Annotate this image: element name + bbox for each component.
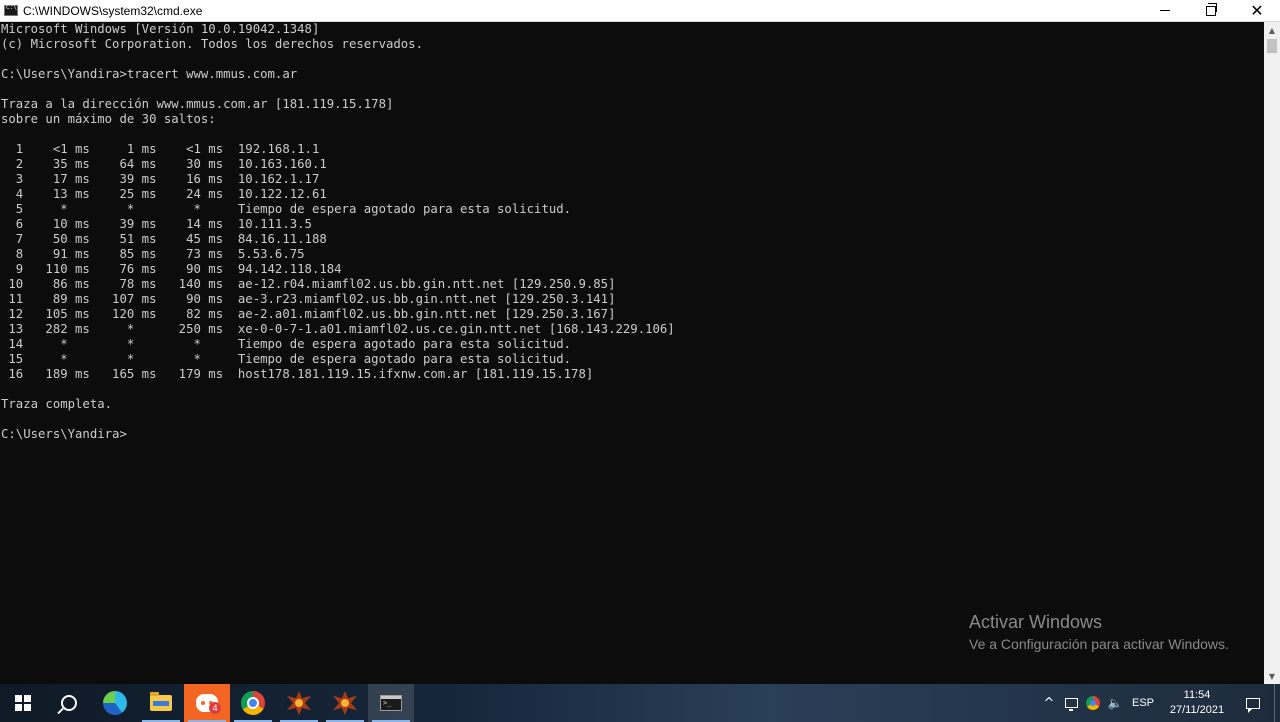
network-icon (1064, 698, 1078, 711)
taskbar-cmd[interactable] (368, 684, 414, 722)
chrome-tray-button[interactable] (1082, 684, 1104, 722)
language-indicator[interactable]: ESP (1126, 697, 1160, 709)
show-desktop-button[interactable] (1274, 684, 1280, 722)
watermark-subtitle: Ve a Configuración para activar Windows. (969, 636, 1229, 652)
taskbar-game-2[interactable] (322, 684, 368, 722)
chevron-up-icon[interactable]: ^ (1038, 684, 1060, 722)
taskbar-edge[interactable] (92, 684, 138, 722)
minimize-button[interactable] (1142, 0, 1188, 22)
folder-icon (150, 692, 172, 711)
console-line: 5 * * * Tiempo de espera agotado para es… (1, 202, 572, 216)
search-button[interactable] (46, 684, 92, 722)
windows-logo-icon (15, 695, 31, 711)
console-line: 14 * * * Tiempo de espera agotado para e… (1, 337, 572, 351)
console-line: (c) Microsoft Corporation. Todos los der… (1, 37, 423, 51)
scrollbar-thumb[interactable] (1267, 39, 1277, 53)
system-tray: ^ 🔈 ESP 11:54 27/11/2021 (1038, 684, 1280, 722)
volume-icon[interactable]: 🔈 (1104, 684, 1126, 722)
console-line: 7 50 ms 51 ms 45 ms 84.16.11.188 (1, 232, 327, 246)
network-button[interactable] (1060, 684, 1082, 722)
console-line: 13 282 ms * 250 ms xe-0-0-7-1.a01.miamfl… (1, 322, 675, 336)
restore-button[interactable] (1188, 0, 1234, 22)
discord-tile: 4 (184, 684, 230, 722)
taskbar-file-explorer[interactable] (138, 684, 184, 722)
console-line: 10 86 ms 78 ms 140 ms ae-12.r04.miamfl02… (1, 277, 616, 291)
notifications-button[interactable] (1234, 684, 1272, 722)
window-title: C:\WINDOWS\system32\cmd.exe (23, 3, 203, 18)
console-line: Traza a la dirección www.mmus.com.ar [18… (1, 97, 394, 111)
window-controls: ✕ (1142, 0, 1280, 22)
clock-time: 11:54 (1183, 689, 1211, 701)
cmd-icon (380, 695, 402, 711)
close-icon: ✕ (1250, 0, 1264, 20)
console-line: Microsoft Windows [Versión 10.0.19042.13… (1, 22, 320, 36)
minimize-icon (1160, 10, 1170, 11)
console-line: 16 189 ms 165 ms 179 ms host178.181.119.… (1, 367, 594, 381)
console-line: sobre un máximo de 30 saltos: (1, 112, 216, 126)
console-line: 1 <1 ms 1 ms <1 ms 192.168.1.1 (1, 142, 320, 156)
chrome-icon (241, 691, 265, 715)
notification-icon (1246, 697, 1260, 713)
clock-date: 27/11/2021 (1169, 704, 1225, 716)
taskbar-game-1[interactable] (276, 684, 322, 722)
console-line: Traza completa. (1, 397, 113, 411)
chrome-icon (1086, 696, 1100, 710)
taskbar-discord[interactable]: 4 (184, 684, 230, 722)
start-button[interactable] (0, 684, 46, 722)
scroll-down-icon[interactable]: ▼ (1264, 668, 1280, 684)
game-icon (333, 691, 357, 715)
notification-badge: 4 (209, 702, 221, 714)
console-line: 11 89 ms 107 ms 90 ms ae-3.r23.miamfl02.… (1, 292, 616, 306)
cmd-icon (4, 4, 18, 16)
watermark-title: Activar Windows (969, 612, 1103, 632)
console-line: 6 10 ms 39 ms 14 ms 10.111.3.5 (1, 217, 312, 231)
taskbar: 4 ^ 🔈 ESP 11:54 27/11/2021 (0, 684, 1280, 722)
activate-windows-watermark: Activar Windows Ve a Configuración para … (969, 610, 1229, 654)
console-line: 4 13 ms 25 ms 24 ms 10.122.12.61 (1, 187, 327, 201)
scroll-up-icon[interactable]: ▲ (1264, 22, 1280, 38)
taskbar-chrome[interactable] (230, 684, 276, 722)
clock[interactable]: 11:54 27/11/2021 (1164, 688, 1230, 718)
restore-icon (1206, 2, 1217, 16)
close-button[interactable]: ✕ (1234, 0, 1280, 22)
console-line: 3 17 ms 39 ms 16 ms 10.162.1.17 (1, 172, 320, 186)
console-line: 8 91 ms 85 ms 73 ms 5.53.6.75 (1, 247, 305, 261)
console-line: 12 105 ms 120 ms 82 ms ae-2.a01.miamfl02… (1, 307, 616, 321)
search-icon (61, 695, 77, 711)
console-line: C:\Users\Yandira> (1, 427, 127, 441)
console-line: 15 * * * Tiempo de espera agotado para e… (1, 352, 572, 366)
edge-icon (103, 691, 127, 715)
console-line: 2 35 ms 64 ms 30 ms 10.163.160.1 (1, 157, 327, 171)
console-line: C:\Users\Yandira>tracert www.mmus.com.ar (1, 67, 298, 81)
title-bar[interactable]: C:\WINDOWS\system32\cmd.exe ✕ (0, 0, 1280, 22)
console-output[interactable]: Microsoft Windows [Versión 10.0.19042.13… (0, 22, 1264, 684)
vertical-scrollbar[interactable]: ▲ ▼ (1264, 22, 1280, 684)
game-icon (287, 691, 311, 715)
console-line: 9 110 ms 76 ms 90 ms 94.142.118.184 (1, 262, 342, 276)
